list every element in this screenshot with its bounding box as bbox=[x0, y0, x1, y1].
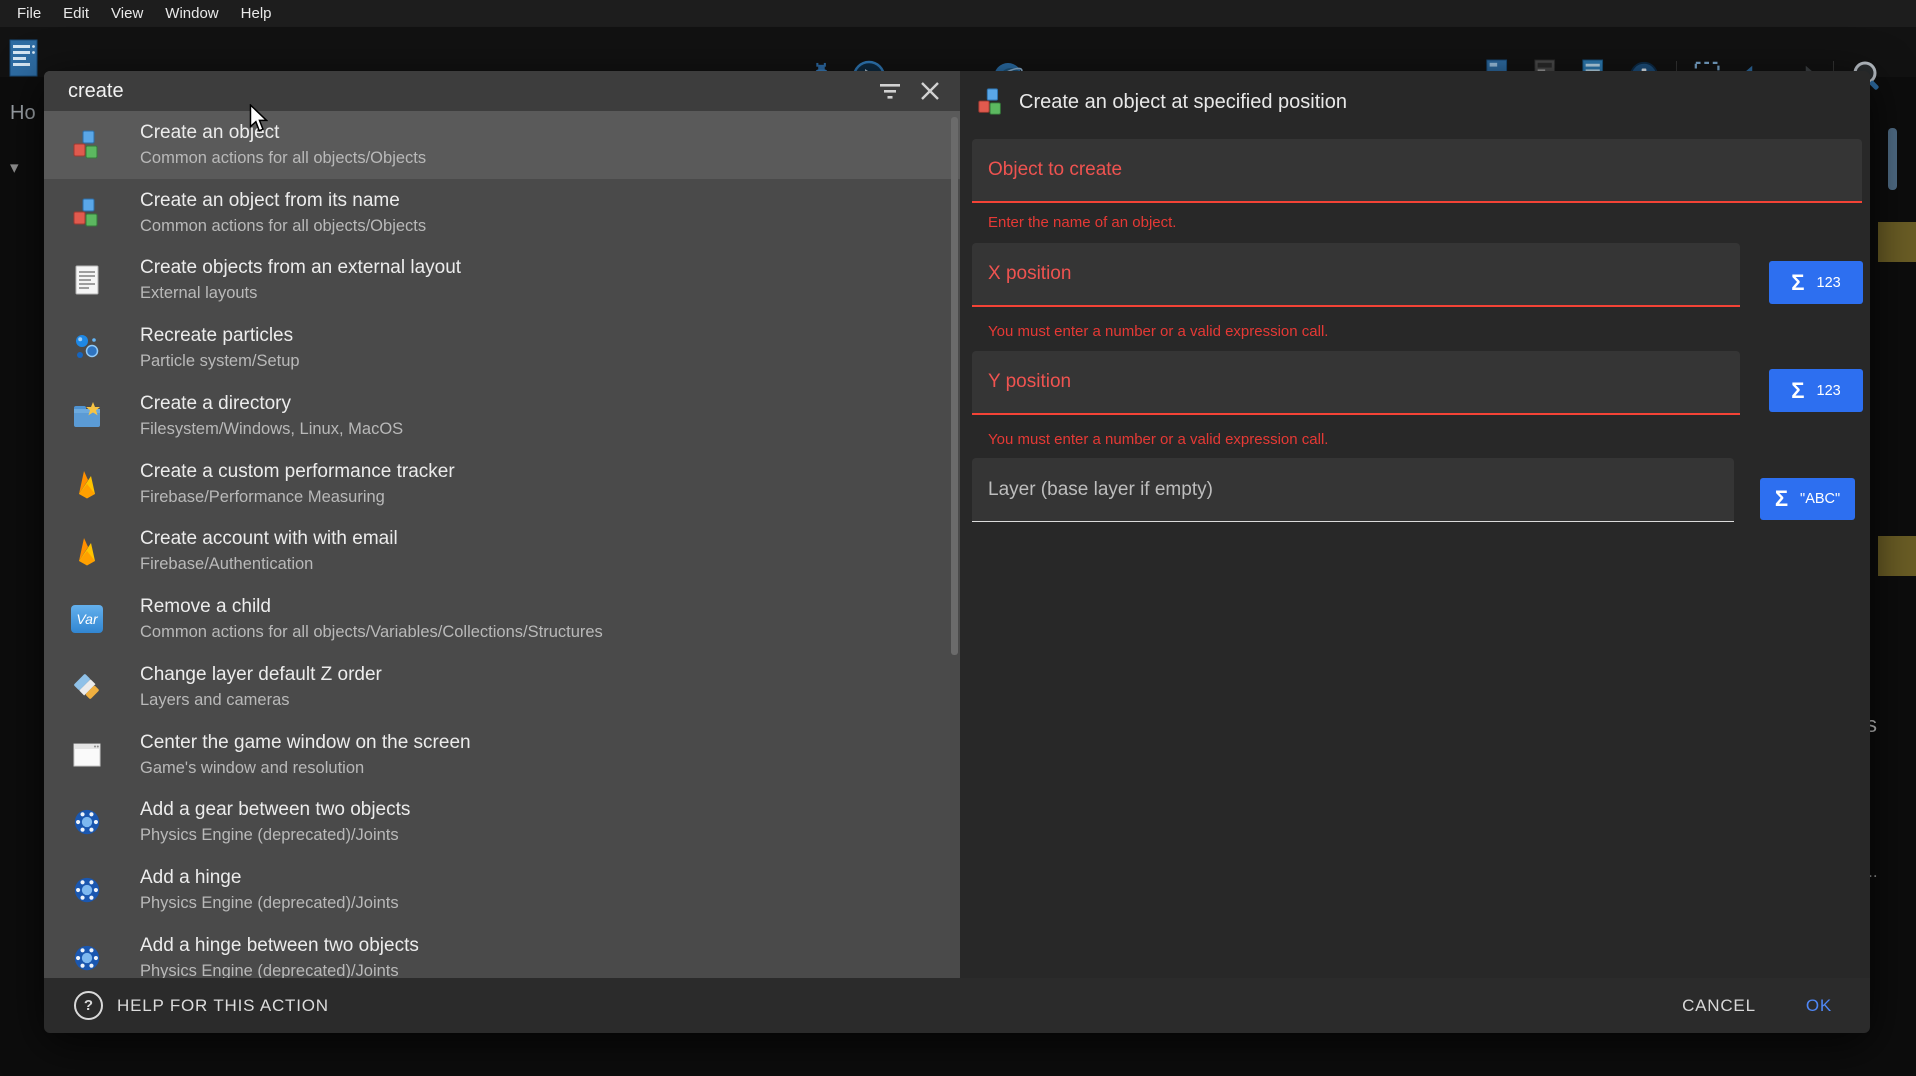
action-subtitle: Firebase/Performance Measuring bbox=[140, 488, 455, 506]
list-item[interactable]: Create account with with email Firebase/… bbox=[44, 518, 960, 586]
project-manager-icon[interactable] bbox=[8, 36, 40, 78]
list-item[interactable]: Add a gear between two objects Physics E… bbox=[44, 789, 960, 857]
list-item[interactable]: Center the game window on the screen Gam… bbox=[44, 721, 960, 789]
physics-joint-icon bbox=[70, 941, 104, 975]
list-item[interactable]: Change layer default Z order Layers and … bbox=[44, 653, 960, 721]
list-scrollbar[interactable] bbox=[951, 117, 958, 655]
action-config-panel: Create an object at specified position O… bbox=[960, 71, 1870, 978]
action-subtitle: Physics Engine (deprecated)/Joints bbox=[140, 962, 419, 978]
x-field-error: You must enter a number or a valid expre… bbox=[988, 323, 1328, 340]
action-subtitle: Firebase/Authentication bbox=[140, 555, 398, 573]
home-tab-fragment: Ho bbox=[10, 102, 36, 125]
list-item[interactable]: Create a custom performance tracker Fire… bbox=[44, 450, 960, 518]
layer-field[interactable]: Layer (base layer if empty) bbox=[972, 458, 1734, 522]
object-to-create-placeholder: Object to create bbox=[988, 159, 1122, 181]
x-expression-button[interactable]: Σ 123 bbox=[1769, 261, 1863, 304]
list-item[interactable]: Recreate particles Particle system/Setup bbox=[44, 314, 960, 382]
action-title: Change layer default Z order bbox=[140, 665, 382, 685]
action-subtitle: Common actions for all objects/Objects bbox=[140, 149, 426, 167]
object-field-error: Enter the name of an object. bbox=[988, 214, 1176, 231]
action-title: Add a hinge bbox=[140, 868, 399, 888]
action-search-panel: Create an object Common actions for all … bbox=[44, 71, 960, 978]
list-item[interactable]: Var Remove a child Common actions for al… bbox=[44, 585, 960, 653]
chevron-down-icon[interactable]: ▾ bbox=[10, 158, 19, 178]
list-item[interactable]: Add a hinge between two objects Physics … bbox=[44, 924, 960, 978]
objects-cubes-icon bbox=[70, 128, 104, 162]
menu-window[interactable]: Window bbox=[154, 5, 229, 22]
x-position-placeholder: X position bbox=[988, 263, 1071, 285]
y-position-field[interactable]: Y position bbox=[972, 351, 1740, 415]
action-title: Add a gear between two objects bbox=[140, 800, 410, 820]
action-subtitle: Particle system/Setup bbox=[140, 352, 300, 370]
firebase-flame-icon bbox=[70, 534, 104, 568]
background-panel-fragment bbox=[1878, 222, 1916, 262]
action-title: Center the game window on the screen bbox=[140, 733, 471, 753]
menu-edit[interactable]: Edit bbox=[52, 5, 100, 22]
help-icon: ? bbox=[74, 991, 103, 1020]
ok-button[interactable]: OK bbox=[1806, 996, 1832, 1016]
list-item[interactable]: Create an object from its name Common ac… bbox=[44, 179, 960, 247]
particles-icon bbox=[70, 331, 104, 365]
object-to-create-field[interactable]: Object to create bbox=[972, 139, 1862, 203]
x-position-field[interactable]: X position bbox=[972, 243, 1740, 307]
list-item[interactable]: Create objects from an external layout E… bbox=[44, 247, 960, 315]
instruction-editor-dialog: Create an object Common actions for all … bbox=[44, 71, 1870, 1033]
physics-joint-icon bbox=[70, 805, 104, 839]
folder-star-icon bbox=[70, 399, 104, 433]
sigma-icon: Σ bbox=[1791, 380, 1804, 402]
layer-eraser-icon bbox=[70, 670, 104, 704]
cancel-button[interactable]: CANCEL bbox=[1682, 996, 1756, 1016]
action-subtitle: External layouts bbox=[140, 284, 461, 302]
filter-icon[interactable] bbox=[876, 78, 904, 104]
action-subtitle: Layers and cameras bbox=[140, 691, 382, 709]
firebase-flame-icon bbox=[70, 467, 104, 501]
action-results-list: Create an object Common actions for all … bbox=[44, 111, 960, 978]
search-input[interactable] bbox=[68, 71, 848, 111]
objects-cubes-icon bbox=[70, 196, 104, 230]
y-expression-button[interactable]: Σ 123 bbox=[1769, 369, 1863, 412]
y-position-placeholder: Y position bbox=[988, 371, 1071, 393]
sigma-icon: Σ bbox=[1775, 488, 1788, 510]
list-item[interactable]: Add a hinge Physics Engine (deprecated)/… bbox=[44, 856, 960, 924]
list-item[interactable]: Create an object Common actions for all … bbox=[44, 111, 960, 179]
action-subtitle: Physics Engine (deprecated)/Joints bbox=[140, 894, 399, 912]
action-subtitle: Physics Engine (deprecated)/Joints bbox=[140, 826, 410, 844]
action-title: Add a hinge between two objects bbox=[140, 936, 419, 956]
background-panel-fragment bbox=[1878, 536, 1916, 576]
toolbar: PREVIEW PUBLISH bbox=[0, 27, 1916, 77]
search-bar bbox=[44, 71, 960, 111]
menu-file[interactable]: File bbox=[6, 5, 52, 22]
sigma-icon: Σ bbox=[1791, 272, 1804, 294]
action-subtitle: Filesystem/Windows, Linux, MacOS bbox=[140, 420, 403, 438]
action-title: Create an object bbox=[140, 123, 426, 143]
objects-cubes-icon bbox=[976, 87, 1006, 117]
y-field-error: You must enter a number or a valid expre… bbox=[988, 431, 1328, 448]
external-layout-document-icon bbox=[70, 263, 104, 297]
layer-expression-button[interactable]: Σ "ABC" bbox=[1760, 478, 1855, 520]
help-for-this-action-button[interactable]: ? HELP FOR THIS ACTION bbox=[74, 991, 329, 1020]
layer-placeholder: Layer (base layer if empty) bbox=[988, 479, 1213, 501]
action-subtitle: Game's window and resolution bbox=[140, 759, 471, 777]
background-scrollbar[interactable] bbox=[1888, 128, 1897, 190]
variable-badge-icon: Var bbox=[70, 602, 104, 636]
action-title: Create an object from its name bbox=[140, 191, 426, 211]
menu-view[interactable]: View bbox=[100, 5, 154, 22]
action-config-title: Create an object at specified position bbox=[1019, 91, 1347, 114]
dialog-footer: ? HELP FOR THIS ACTION CANCEL OK bbox=[44, 978, 1870, 1033]
action-title: Remove a child bbox=[140, 597, 603, 617]
physics-joint-icon bbox=[70, 873, 104, 907]
action-title: Create objects from an external layout bbox=[140, 258, 461, 278]
action-subtitle: Common actions for all objects/Objects bbox=[140, 217, 426, 235]
action-title: Recreate particles bbox=[140, 326, 300, 346]
action-title: Create a directory bbox=[140, 394, 403, 414]
list-item[interactable]: Create a directory Filesystem/Windows, L… bbox=[44, 382, 960, 450]
menu-bar: File Edit View Window Help bbox=[0, 0, 1916, 27]
action-title: Create a custom performance tracker bbox=[140, 462, 455, 482]
close-icon[interactable] bbox=[916, 78, 944, 104]
menu-help[interactable]: Help bbox=[230, 5, 283, 22]
action-subtitle: Common actions for all objects/Variables… bbox=[140, 623, 603, 641]
window-icon bbox=[70, 738, 104, 772]
action-title: Create account with with email bbox=[140, 529, 398, 549]
